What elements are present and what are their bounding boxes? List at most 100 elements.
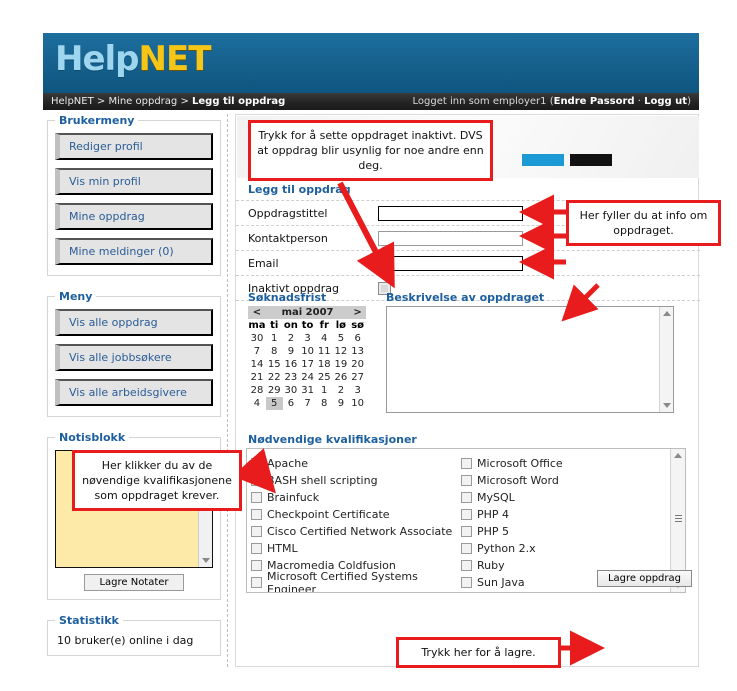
- scroll-up-arrow-icon[interactable]: [674, 453, 682, 458]
- calendar-day[interactable]: 3: [299, 332, 316, 345]
- qualification-checkbox[interactable]: [461, 560, 472, 571]
- sidebar-item-my-messages[interactable]: Mine meldinger (0): [55, 238, 213, 265]
- calendar-day[interactable]: 2: [333, 384, 350, 397]
- calendar-day[interactable]: 6: [349, 332, 366, 345]
- calendar-day[interactable]: 8: [266, 345, 283, 358]
- calendar-day[interactable]: 4: [248, 397, 266, 410]
- qualification-item[interactable]: Microsoft Office: [461, 455, 671, 472]
- qualification-label: Microsoft Certified Systems Engineer: [267, 569, 418, 593]
- qualification-item[interactable]: PHP 4: [461, 506, 671, 523]
- calendar-day[interactable]: 27: [349, 371, 366, 384]
- calendar-day[interactable]: 14: [248, 358, 266, 371]
- calendar-day[interactable]: 13: [349, 345, 366, 358]
- qualification-item[interactable]: Brainfuck: [251, 489, 461, 506]
- sidebar-item-all-jobseekers[interactable]: Vis alle jobbsøkere: [55, 344, 213, 371]
- calendar-day[interactable]: 16: [283, 358, 300, 371]
- calendar-day[interactable]: 10: [299, 345, 316, 358]
- calendar-day[interactable]: 23: [283, 371, 300, 384]
- calendar-day[interactable]: 19: [333, 358, 350, 371]
- qualification-item[interactable]: Apache: [251, 455, 461, 472]
- calendar-day[interactable]: 4: [316, 332, 333, 345]
- calendar-day[interactable]: 3: [349, 384, 366, 397]
- calendar-day[interactable]: 6: [283, 397, 300, 410]
- save-job-button[interactable]: Lagre oppdrag: [596, 570, 692, 587]
- qualification-item[interactable]: PHP 5: [461, 523, 671, 540]
- calendar-day[interactable]: 26: [333, 371, 350, 384]
- qualification-item[interactable]: Microsoft Word: [461, 472, 671, 489]
- calendar-next-button[interactable]: >: [349, 306, 366, 319]
- logout-link[interactable]: Logg ut: [644, 96, 687, 107]
- scroll-up-arrow-icon[interactable]: [663, 311, 671, 316]
- calendar-day[interactable]: 18: [316, 358, 333, 371]
- qualification-checkbox[interactable]: [251, 543, 262, 554]
- calendar-day[interactable]: 8: [316, 397, 333, 410]
- calendar-day[interactable]: 1: [316, 384, 333, 397]
- qualification-checkbox[interactable]: [461, 475, 472, 486]
- description-box[interactable]: [386, 306, 674, 413]
- email-input[interactable]: [378, 255, 523, 271]
- calendar-day[interactable]: 12: [333, 345, 350, 358]
- oppdragstittel-input[interactable]: [378, 205, 523, 221]
- calendar-day[interactable]: 9: [283, 345, 300, 358]
- qualification-checkbox[interactable]: [251, 492, 262, 503]
- calendar-day[interactable]: 7: [248, 345, 266, 358]
- qualification-checkbox[interactable]: [461, 458, 472, 469]
- qualification-checkbox[interactable]: [251, 577, 262, 588]
- calendar-prev-button[interactable]: <: [248, 306, 266, 319]
- qualification-checkbox[interactable]: [251, 458, 262, 469]
- description-scrollbar[interactable]: [659, 307, 673, 412]
- breadcrumb-path[interactable]: HelpNET > Mine oppdrag >: [51, 96, 192, 107]
- scroll-down-arrow-icon[interactable]: [663, 403, 671, 408]
- qualification-checkbox[interactable]: [251, 560, 262, 571]
- calendar-day[interactable]: 11: [316, 345, 333, 358]
- qualification-item[interactable]: Cisco Certified Network Associate: [251, 523, 461, 540]
- qualification-checkbox[interactable]: [461, 577, 472, 588]
- qualification-checkbox[interactable]: [461, 526, 472, 537]
- calendar-day[interactable]: 17: [299, 358, 316, 371]
- calendar-day[interactable]: 9: [333, 397, 350, 410]
- qualification-checkbox[interactable]: [251, 509, 262, 520]
- qualification-item[interactable]: MySQL: [461, 489, 671, 506]
- calendar-day[interactable]: 10: [349, 397, 366, 410]
- sidebar-item-view-profile[interactable]: Vis min profil: [55, 168, 213, 195]
- calendar-day[interactable]: 15: [266, 358, 283, 371]
- calendar-day[interactable]: 30: [248, 332, 266, 345]
- scroll-down-arrow-icon[interactable]: [202, 558, 210, 563]
- qualification-checkbox[interactable]: [251, 475, 262, 486]
- qualification-item[interactable]: Python 2.x: [461, 540, 671, 557]
- calendar-day[interactable]: 7: [299, 397, 316, 410]
- qualification-item[interactable]: Checkpoint Certificate: [251, 506, 461, 523]
- qualification-checkbox[interactable]: [461, 543, 472, 554]
- calendar-day[interactable]: 22: [266, 371, 283, 384]
- save-notes-button[interactable]: Lagre Notater: [84, 574, 184, 591]
- calendar-day[interactable]: 5: [333, 332, 350, 345]
- label-kontaktperson: Kontaktperson: [248, 231, 328, 245]
- calendar-day[interactable]: 28: [248, 384, 266, 397]
- qualification-checkbox[interactable]: [251, 526, 262, 537]
- callout-qualifications: Her klikker du av de nøvendige kvalifika…: [72, 450, 242, 511]
- qualification-checkbox[interactable]: [461, 509, 472, 520]
- qualification-item[interactable]: HTML: [251, 540, 461, 557]
- sidebar-item-all-employers[interactable]: Vis alle arbeidsgivere: [55, 379, 213, 406]
- calendar-day[interactable]: 1: [266, 332, 283, 345]
- calendar-day[interactable]: 21: [248, 371, 266, 384]
- sidebar-item-all-jobs[interactable]: Vis alle oppdrag: [55, 309, 213, 336]
- qualification-checkbox[interactable]: [461, 492, 472, 503]
- qualification-item[interactable]: Microsoft Certified Systems Engineer: [251, 570, 461, 592]
- kontaktperson-input[interactable]: [378, 230, 523, 246]
- change-password-link[interactable]: Endre Passord: [554, 96, 635, 107]
- calendar-day[interactable]: 2: [283, 332, 300, 345]
- calendar-day[interactable]: 20: [349, 358, 366, 371]
- calendar-day[interactable]: 5: [265, 397, 283, 410]
- calendar-day[interactable]: 25: [316, 371, 333, 384]
- calendar-day[interactable]: 29: [266, 384, 283, 397]
- sidebar-item-my-jobs[interactable]: Mine oppdrag: [55, 203, 213, 230]
- scrollbar-grip-icon[interactable]: [675, 515, 682, 516]
- calendar-day[interactable]: 30: [283, 384, 300, 397]
- calendar-week-row: 21 22 23 24 25 26 27: [248, 371, 366, 384]
- label-oppdragstittel: Oppdragstittel: [248, 206, 328, 220]
- sidebar-item-edit-profile[interactable]: Rediger profil: [55, 133, 213, 160]
- calendar-day[interactable]: 24: [299, 371, 316, 384]
- calendar-day[interactable]: 31: [299, 384, 316, 397]
- qualification-item[interactable]: BASH shell scripting: [251, 472, 461, 489]
